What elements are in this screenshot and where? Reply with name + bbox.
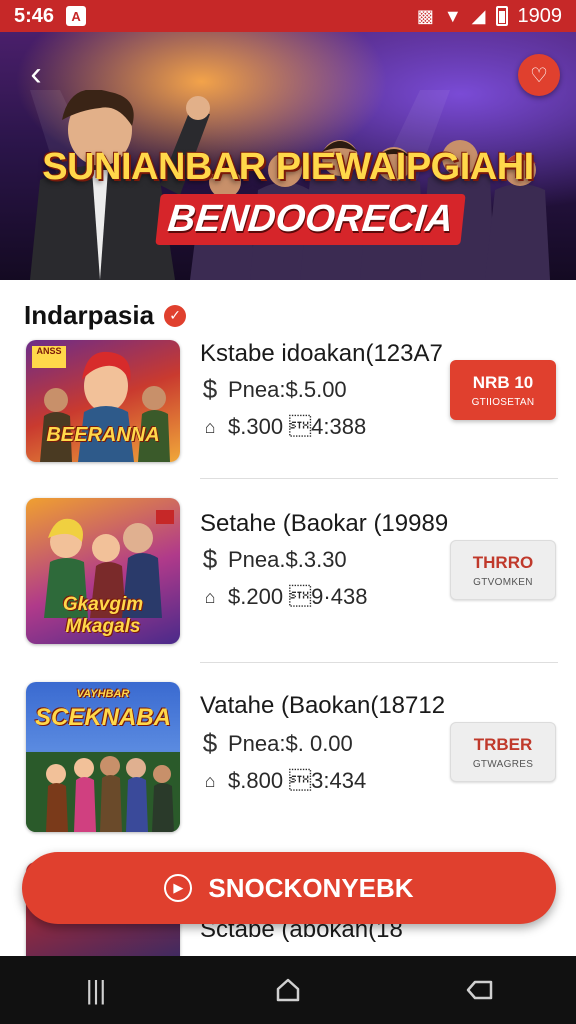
status-bar: 5:46 A ▩ ▼ ◢ 1909 <box>0 0 576 32</box>
thumbnail-title: Gkavgim Mkagals <box>62 594 144 637</box>
back-nav-icon <box>466 980 493 1000</box>
game-thumbnail: ANSS BEERANNA <box>26 340 180 462</box>
wifi-icon: ▼ <box>443 6 462 26</box>
item-price: $ Pnea.$.3.30 <box>200 544 347 575</box>
item-action-button[interactable]: THRRO GTVOMKEN <box>450 540 556 600</box>
home-icon: ⌂ <box>204 416 216 437</box>
thumbnail-title: SCEKNABA <box>34 704 171 731</box>
heart-icon: ♡ <box>530 64 548 87</box>
dollar-icon: $ <box>202 728 218 758</box>
status-time: 5:46 <box>14 4 55 27</box>
list-item[interactable]: Gkavgim Mkagals Setahe (Baokar (19989 $ … <box>0 494 576 660</box>
item-stats: ⌂ $.800 3:434 <box>200 768 367 794</box>
home-nav-icon <box>276 978 300 1002</box>
system-nav-bar: ||| <box>0 956 576 1024</box>
battery-icon <box>495 6 508 26</box>
divider <box>200 478 558 479</box>
item-stats: ⌂ $.200 9·438 <box>200 584 368 610</box>
item-action-button[interactable]: TRBER GTWAGRES <box>450 722 556 782</box>
status-icons: ▩ ▼ ◢ 1909 <box>417 5 562 28</box>
dollar-icon: $ <box>202 544 218 574</box>
favorite-button[interactable]: ♡ <box>518 54 560 96</box>
play-icon: ▶ <box>164 874 193 902</box>
notification-icon: A <box>66 6 87 26</box>
hero-subtitle: BENDOORECIA <box>155 194 466 245</box>
primary-action-button[interactable]: ▶ SNOCKONYEBK <box>22 852 556 924</box>
recents-button[interactable]: ||| <box>66 968 126 1012</box>
recents-icon: ||| <box>85 974 107 1005</box>
thumbnail-tag: ANSS <box>36 346 62 356</box>
item-action-button[interactable]: NRB 10 GTIIOSETAN <box>450 360 556 420</box>
game-thumbnail: Gkavgim Mkagals <box>26 498 180 644</box>
list-item[interactable]: ANSS BEERANNA Kstabe idoakan(123A7 $ Pne… <box>0 334 576 500</box>
back-button[interactable]: ‹ <box>18 56 54 92</box>
home-icon: ⌂ <box>204 770 216 791</box>
item-stats: ⌂ $.300 4:388 <box>200 414 367 440</box>
section-header: Indarpasia ✓ <box>24 300 187 331</box>
home-button[interactable] <box>258 968 318 1012</box>
signal-icon: ◢ <box>471 6 486 26</box>
dollar-icon: $ <box>202 374 218 404</box>
thumbnail-tag: VAYHBAR <box>76 688 130 700</box>
vibrate-icon: ▩ <box>416 6 434 26</box>
item-name: Kstabe idoakan(123A7 <box>200 340 443 367</box>
primary-action-label: SNOCKONYEBK <box>208 872 414 903</box>
hero-title: SUNIANBAR PIEWAIPGIAHI <box>42 146 534 188</box>
game-thumbnail: VAYHBAR SCEKNABA <box>26 682 180 832</box>
hero-banner: ‹ ♡ SUNIANBAR PIEWAIPGIAHI BENDOORECIA <box>0 32 576 280</box>
back-nav-button[interactable] <box>450 968 510 1012</box>
divider <box>200 662 558 663</box>
item-name: Vatahe (Baokan(18712 <box>200 692 446 719</box>
list-item[interactable]: VAYHBAR SCEKNABA Vatahe (Baokan(18712 $ … <box>0 676 576 842</box>
battery-text: 1909 <box>517 4 563 27</box>
section-title: Indarpasia <box>24 300 155 330</box>
item-price: $ Pnea:$. 0.00 <box>200 728 353 759</box>
item-name: Setahe (Baokar (19989 <box>200 510 449 537</box>
verified-icon: ✓ <box>164 304 187 327</box>
item-price: $ Pnea:$.5.00 <box>200 374 347 405</box>
home-icon: ⌂ <box>204 586 216 607</box>
thumbnail-title: BEERANNA <box>46 424 160 446</box>
